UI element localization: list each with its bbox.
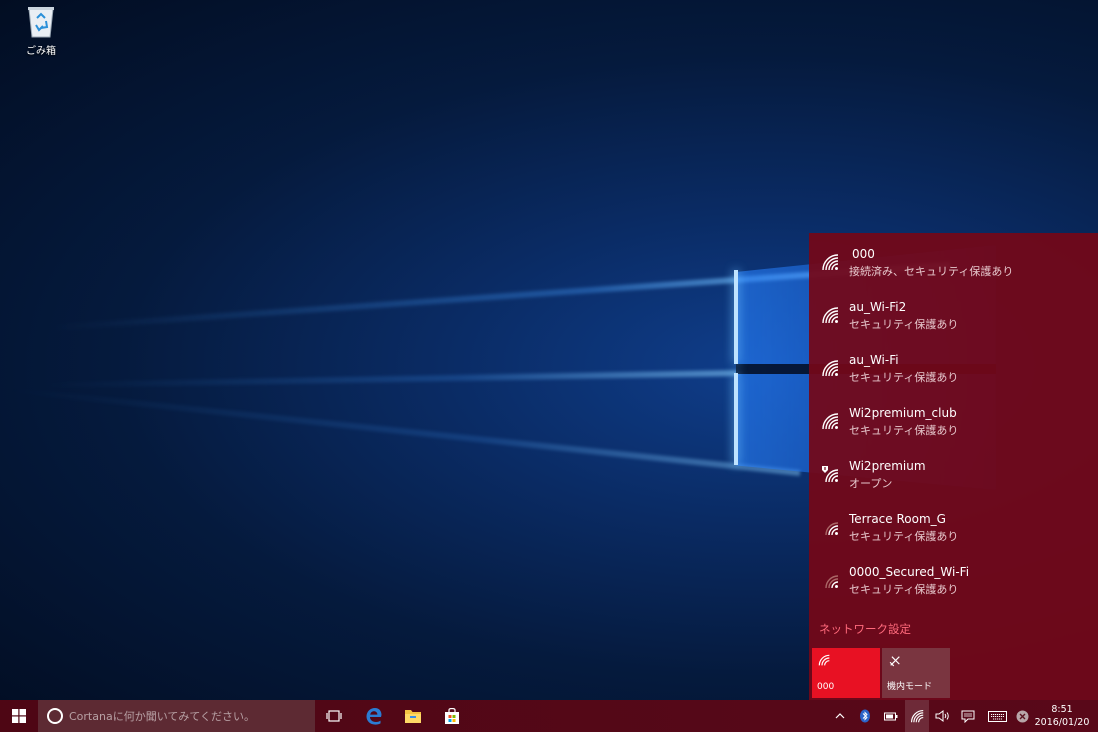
windows-logo-icon <box>12 709 26 723</box>
network-name: au_Wi-Fi <box>849 353 899 367</box>
store-button[interactable] <box>433 700 471 732</box>
network-name: au_Wi-Fi2 <box>849 300 907 314</box>
network-status: 接続済み、セキュリティ保護あり <box>849 265 1014 278</box>
wifi-signal-icon <box>822 413 839 430</box>
recycle-bin-icon <box>26 4 56 38</box>
network-item[interactable]: Wi2premium オープン <box>809 449 1098 502</box>
action-center-button[interactable] <box>957 700 979 732</box>
file-explorer-button[interactable] <box>394 700 432 732</box>
airplane-icon <box>889 656 900 667</box>
network-status: セキュリティ保護あり <box>849 583 959 596</box>
wifi-tile-label: 000 <box>817 682 835 692</box>
network-name: 0000_Secured_Wi-Fi <box>849 565 970 579</box>
network-item[interactable]: 000 接続済み、セキュリティ保護あり <box>809 237 1098 290</box>
network-name: Wi2premium <box>849 459 926 473</box>
wifi-signal-icon <box>822 307 839 324</box>
recycle-bin-label: ごみ箱 <box>26 46 56 57</box>
touch-keyboard-button[interactable] <box>984 700 1010 732</box>
network-item[interactable]: au_Wi-Fi2 セキュリティ保護あり <box>809 290 1098 343</box>
bluetooth-tray-button[interactable] <box>855 700 875 732</box>
network-name: Terrace Room_G <box>849 512 946 526</box>
network-name: 000 <box>852 247 875 261</box>
edge-icon <box>366 708 382 725</box>
wifi-icon <box>818 654 830 666</box>
network-tray-button[interactable] <box>905 700 929 732</box>
wifi-icon <box>910 709 924 723</box>
network-status: オープン <box>849 477 893 490</box>
network-flyout: 000 接続済み、セキュリティ保護あり au_Wi-Fi2 セキュリティ保護あり… <box>809 233 1098 700</box>
close-tray-button[interactable] <box>1012 700 1032 732</box>
airplane-mode-tile[interactable]: 機内モード <box>882 648 950 698</box>
network-item[interactable]: Terrace Room_G セキュリティ保護あり <box>809 502 1098 555</box>
search-placeholder: Cortanaに何か聞いてみてください。 <box>69 710 256 723</box>
network-status: セキュリティ保護あり <box>849 424 959 437</box>
clock-date: 2016/01/20 <box>1034 717 1090 728</box>
store-icon <box>445 707 459 724</box>
wifi-warning-icon <box>822 466 839 483</box>
network-item[interactable]: 0000_Secured_Wi-Fi セキュリティ保護あり <box>809 555 1098 608</box>
cortana-icon <box>47 708 63 724</box>
network-settings-link[interactable]: ネットワーク設定 <box>819 621 911 637</box>
chevron-up-icon <box>835 713 845 719</box>
close-circle-icon <box>1016 710 1028 722</box>
battery-tray-button[interactable] <box>880 700 902 732</box>
network-status: セキュリティ保護あり <box>849 530 959 543</box>
network-item[interactable]: Wi2premium_club セキュリティ保護あり <box>809 396 1098 449</box>
cortana-search-box[interactable]: Cortanaに何か聞いてみてください。 <box>38 700 315 732</box>
network-status: セキュリティ保護あり <box>849 318 959 331</box>
battery-icon <box>884 712 898 720</box>
edge-button[interactable] <box>355 700 393 732</box>
wifi-signal-icon <box>825 522 839 536</box>
volume-icon <box>935 710 949 722</box>
bluetooth-icon <box>860 709 870 723</box>
file-explorer-icon <box>405 710 421 723</box>
clock-time: 8:51 <box>1051 704 1073 715</box>
wifi-quick-action-tile[interactable]: 000 <box>812 648 880 698</box>
volume-tray-button[interactable] <box>932 700 954 732</box>
recycle-bin[interactable]: ごみ箱 <box>18 4 64 57</box>
airplane-tile-label: 機内モード <box>887 682 933 692</box>
taskbar-clock[interactable]: 8:51 2016/01/20 <box>1034 703 1090 729</box>
wifi-signal-icon <box>822 254 839 271</box>
network-name: Wi2premium_club <box>849 406 957 420</box>
network-status: セキュリティ保護あり <box>849 371 959 384</box>
task-view-button[interactable] <box>315 700 353 732</box>
taskbar: Cortanaに何か聞いてみてください。 8:51 2016/01/20 <box>0 700 1098 732</box>
show-hidden-icons-button[interactable] <box>830 700 850 732</box>
action-center-icon <box>961 710 975 723</box>
start-button[interactable] <box>0 700 38 732</box>
task-view-icon <box>326 710 342 722</box>
keyboard-icon <box>987 710 1007 722</box>
wifi-signal-icon <box>825 575 839 589</box>
wifi-signal-icon <box>822 360 839 377</box>
network-item[interactable]: au_Wi-Fi セキュリティ保護あり <box>809 343 1098 396</box>
